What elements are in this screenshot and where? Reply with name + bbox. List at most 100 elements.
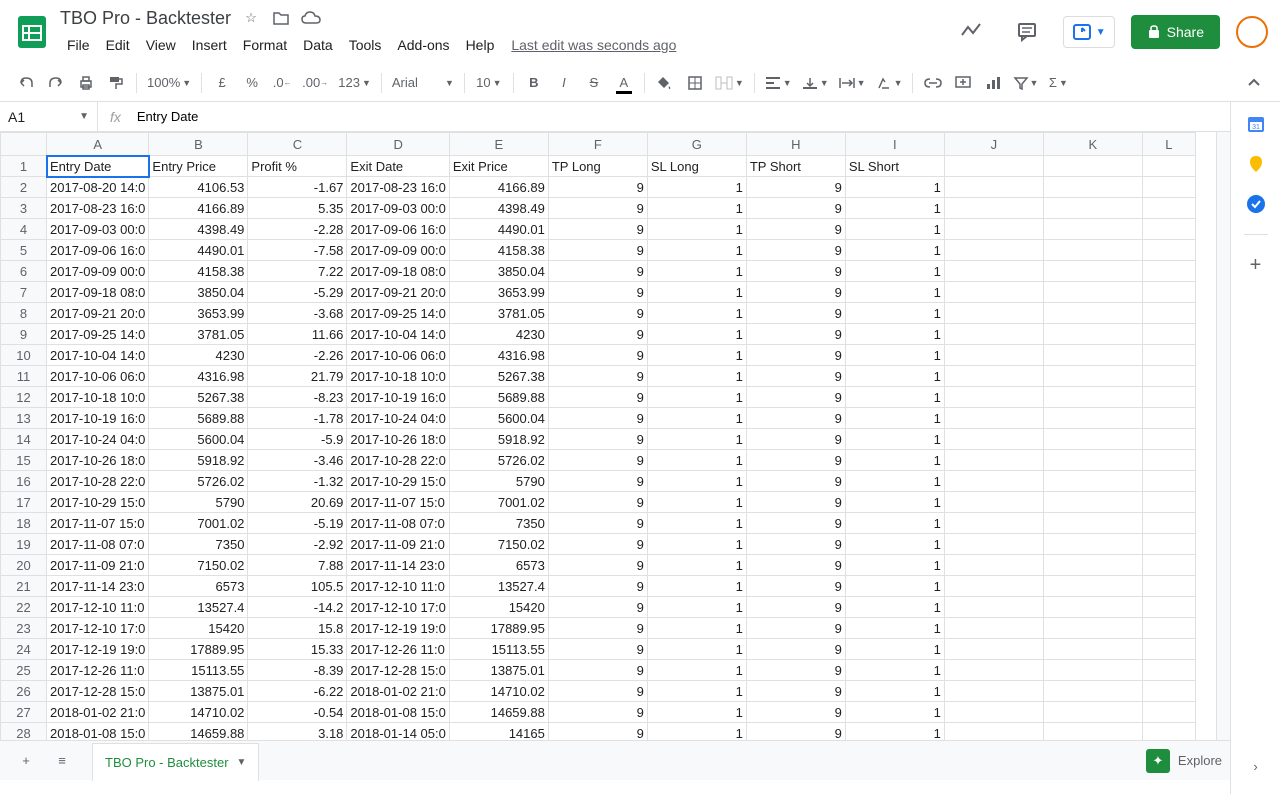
cell[interactable]: 2017-11-07 15:0 bbox=[47, 513, 149, 534]
cell[interactable]: 1 bbox=[647, 450, 746, 471]
all-sheets-button[interactable]: ≡ bbox=[44, 743, 80, 779]
menu-data[interactable]: Data bbox=[296, 33, 340, 57]
cell[interactable]: 9 bbox=[746, 513, 845, 534]
row-header[interactable]: 3 bbox=[1, 198, 47, 219]
row-header[interactable]: 23 bbox=[1, 618, 47, 639]
col-header[interactable]: E bbox=[449, 133, 548, 156]
cell[interactable]: 9 bbox=[548, 198, 647, 219]
cell[interactable]: 1 bbox=[845, 198, 944, 219]
cell[interactable]: 2017-09-25 14:0 bbox=[347, 303, 449, 324]
cell[interactable]: 13527.4 bbox=[149, 597, 248, 618]
cell[interactable]: 1 bbox=[647, 702, 746, 723]
cell[interactable]: 9 bbox=[548, 387, 647, 408]
last-edit-link[interactable]: Last edit was seconds ago bbox=[511, 37, 676, 53]
cell[interactable]: 4398.49 bbox=[149, 219, 248, 240]
col-header[interactable]: H bbox=[746, 133, 845, 156]
cell[interactable]: 2017-11-09 21:0 bbox=[347, 534, 449, 555]
cell[interactable] bbox=[1043, 303, 1142, 324]
cell[interactable]: 1 bbox=[647, 534, 746, 555]
cell[interactable]: 14659.88 bbox=[449, 702, 548, 723]
cell[interactable]: 15.33 bbox=[248, 639, 347, 660]
cell[interactable]: 9 bbox=[548, 429, 647, 450]
cell[interactable] bbox=[944, 681, 1043, 702]
cell[interactable]: 4158.38 bbox=[149, 261, 248, 282]
cell[interactable]: 5600.04 bbox=[449, 408, 548, 429]
cell[interactable]: 9 bbox=[548, 492, 647, 513]
cell[interactable]: 9 bbox=[548, 513, 647, 534]
valign-dropdown[interactable]: ▼ bbox=[798, 70, 833, 96]
cell[interactable] bbox=[1043, 282, 1142, 303]
cell[interactable]: 3653.99 bbox=[149, 303, 248, 324]
cell[interactable]: 1 bbox=[647, 303, 746, 324]
row-header[interactable]: 5 bbox=[1, 240, 47, 261]
cell[interactable]: 7001.02 bbox=[149, 513, 248, 534]
cell[interactable]: 9 bbox=[746, 597, 845, 618]
cell[interactable]: 2017-10-18 10:0 bbox=[47, 387, 149, 408]
cell[interactable] bbox=[1142, 450, 1195, 471]
col-header[interactable]: D bbox=[347, 133, 449, 156]
decrease-decimal-button[interactable]: .0← bbox=[268, 70, 296, 96]
cell[interactable]: 2017-12-26 11:0 bbox=[347, 639, 449, 660]
cell[interactable]: 2017-09-06 16:0 bbox=[47, 240, 149, 261]
menu-format[interactable]: Format bbox=[236, 33, 294, 57]
cell[interactable]: 13875.01 bbox=[149, 681, 248, 702]
cell[interactable]: 2017-11-09 21:0 bbox=[47, 555, 149, 576]
cell[interactable]: 13875.01 bbox=[449, 660, 548, 681]
cell[interactable]: 9 bbox=[548, 450, 647, 471]
cell[interactable] bbox=[1142, 660, 1195, 681]
cell[interactable] bbox=[944, 345, 1043, 366]
cell[interactable]: 9 bbox=[746, 240, 845, 261]
cell[interactable]: -5.29 bbox=[248, 282, 347, 303]
cell[interactable] bbox=[1043, 156, 1142, 177]
cell[interactable] bbox=[1043, 366, 1142, 387]
cell[interactable] bbox=[1142, 177, 1195, 198]
cell[interactable]: 1 bbox=[647, 282, 746, 303]
cell[interactable]: 9 bbox=[746, 534, 845, 555]
cell[interactable]: 9 bbox=[746, 450, 845, 471]
cell[interactable]: 1 bbox=[647, 177, 746, 198]
add-sheet-button[interactable]: + bbox=[8, 743, 44, 779]
cell[interactable]: 2017-12-19 19:0 bbox=[47, 639, 149, 660]
cell[interactable]: 3.18 bbox=[248, 723, 347, 741]
cell[interactable] bbox=[1142, 492, 1195, 513]
cell[interactable] bbox=[1043, 345, 1142, 366]
cell[interactable] bbox=[944, 366, 1043, 387]
cell[interactable] bbox=[1142, 282, 1195, 303]
paint-format-button[interactable] bbox=[102, 70, 130, 96]
cell[interactable]: 1 bbox=[647, 513, 746, 534]
cell[interactable] bbox=[1142, 597, 1195, 618]
cell[interactable]: 1 bbox=[647, 219, 746, 240]
cell[interactable]: 2017-10-24 04:0 bbox=[347, 408, 449, 429]
cell[interactable] bbox=[1142, 534, 1195, 555]
cell[interactable]: 9 bbox=[746, 324, 845, 345]
cell[interactable]: 1 bbox=[845, 366, 944, 387]
cell[interactable]: 2017-12-28 15:0 bbox=[347, 660, 449, 681]
cell[interactable]: 9 bbox=[548, 240, 647, 261]
cell[interactable]: 9 bbox=[746, 723, 845, 741]
cell[interactable] bbox=[1043, 450, 1142, 471]
cell[interactable] bbox=[944, 660, 1043, 681]
row-header[interactable]: 8 bbox=[1, 303, 47, 324]
cell[interactable] bbox=[944, 156, 1043, 177]
cell[interactable]: 9 bbox=[548, 366, 647, 387]
col-header[interactable]: A bbox=[47, 133, 149, 156]
cell[interactable]: 9 bbox=[548, 177, 647, 198]
cell[interactable]: 13527.4 bbox=[449, 576, 548, 597]
name-box[interactable]: A1▼ bbox=[0, 102, 98, 131]
cell[interactable]: 1 bbox=[647, 429, 746, 450]
cell[interactable]: 1 bbox=[845, 555, 944, 576]
cell[interactable]: 3653.99 bbox=[449, 282, 548, 303]
cell[interactable]: 2017-10-29 15:0 bbox=[47, 492, 149, 513]
cell[interactable]: 9 bbox=[746, 345, 845, 366]
cell[interactable]: Profit % bbox=[248, 156, 347, 177]
cell[interactable]: 1 bbox=[647, 408, 746, 429]
menu-tools[interactable]: Tools bbox=[342, 33, 389, 57]
cell[interactable]: SL Long bbox=[647, 156, 746, 177]
cell[interactable]: 2018-01-14 05:0 bbox=[347, 723, 449, 741]
cell[interactable]: Entry Date bbox=[47, 156, 149, 177]
cell[interactable] bbox=[1142, 303, 1195, 324]
cell[interactable]: 2017-10-28 22:0 bbox=[347, 450, 449, 471]
cell[interactable]: -0.54 bbox=[248, 702, 347, 723]
cell[interactable]: 9 bbox=[746, 471, 845, 492]
cell[interactable] bbox=[1043, 240, 1142, 261]
